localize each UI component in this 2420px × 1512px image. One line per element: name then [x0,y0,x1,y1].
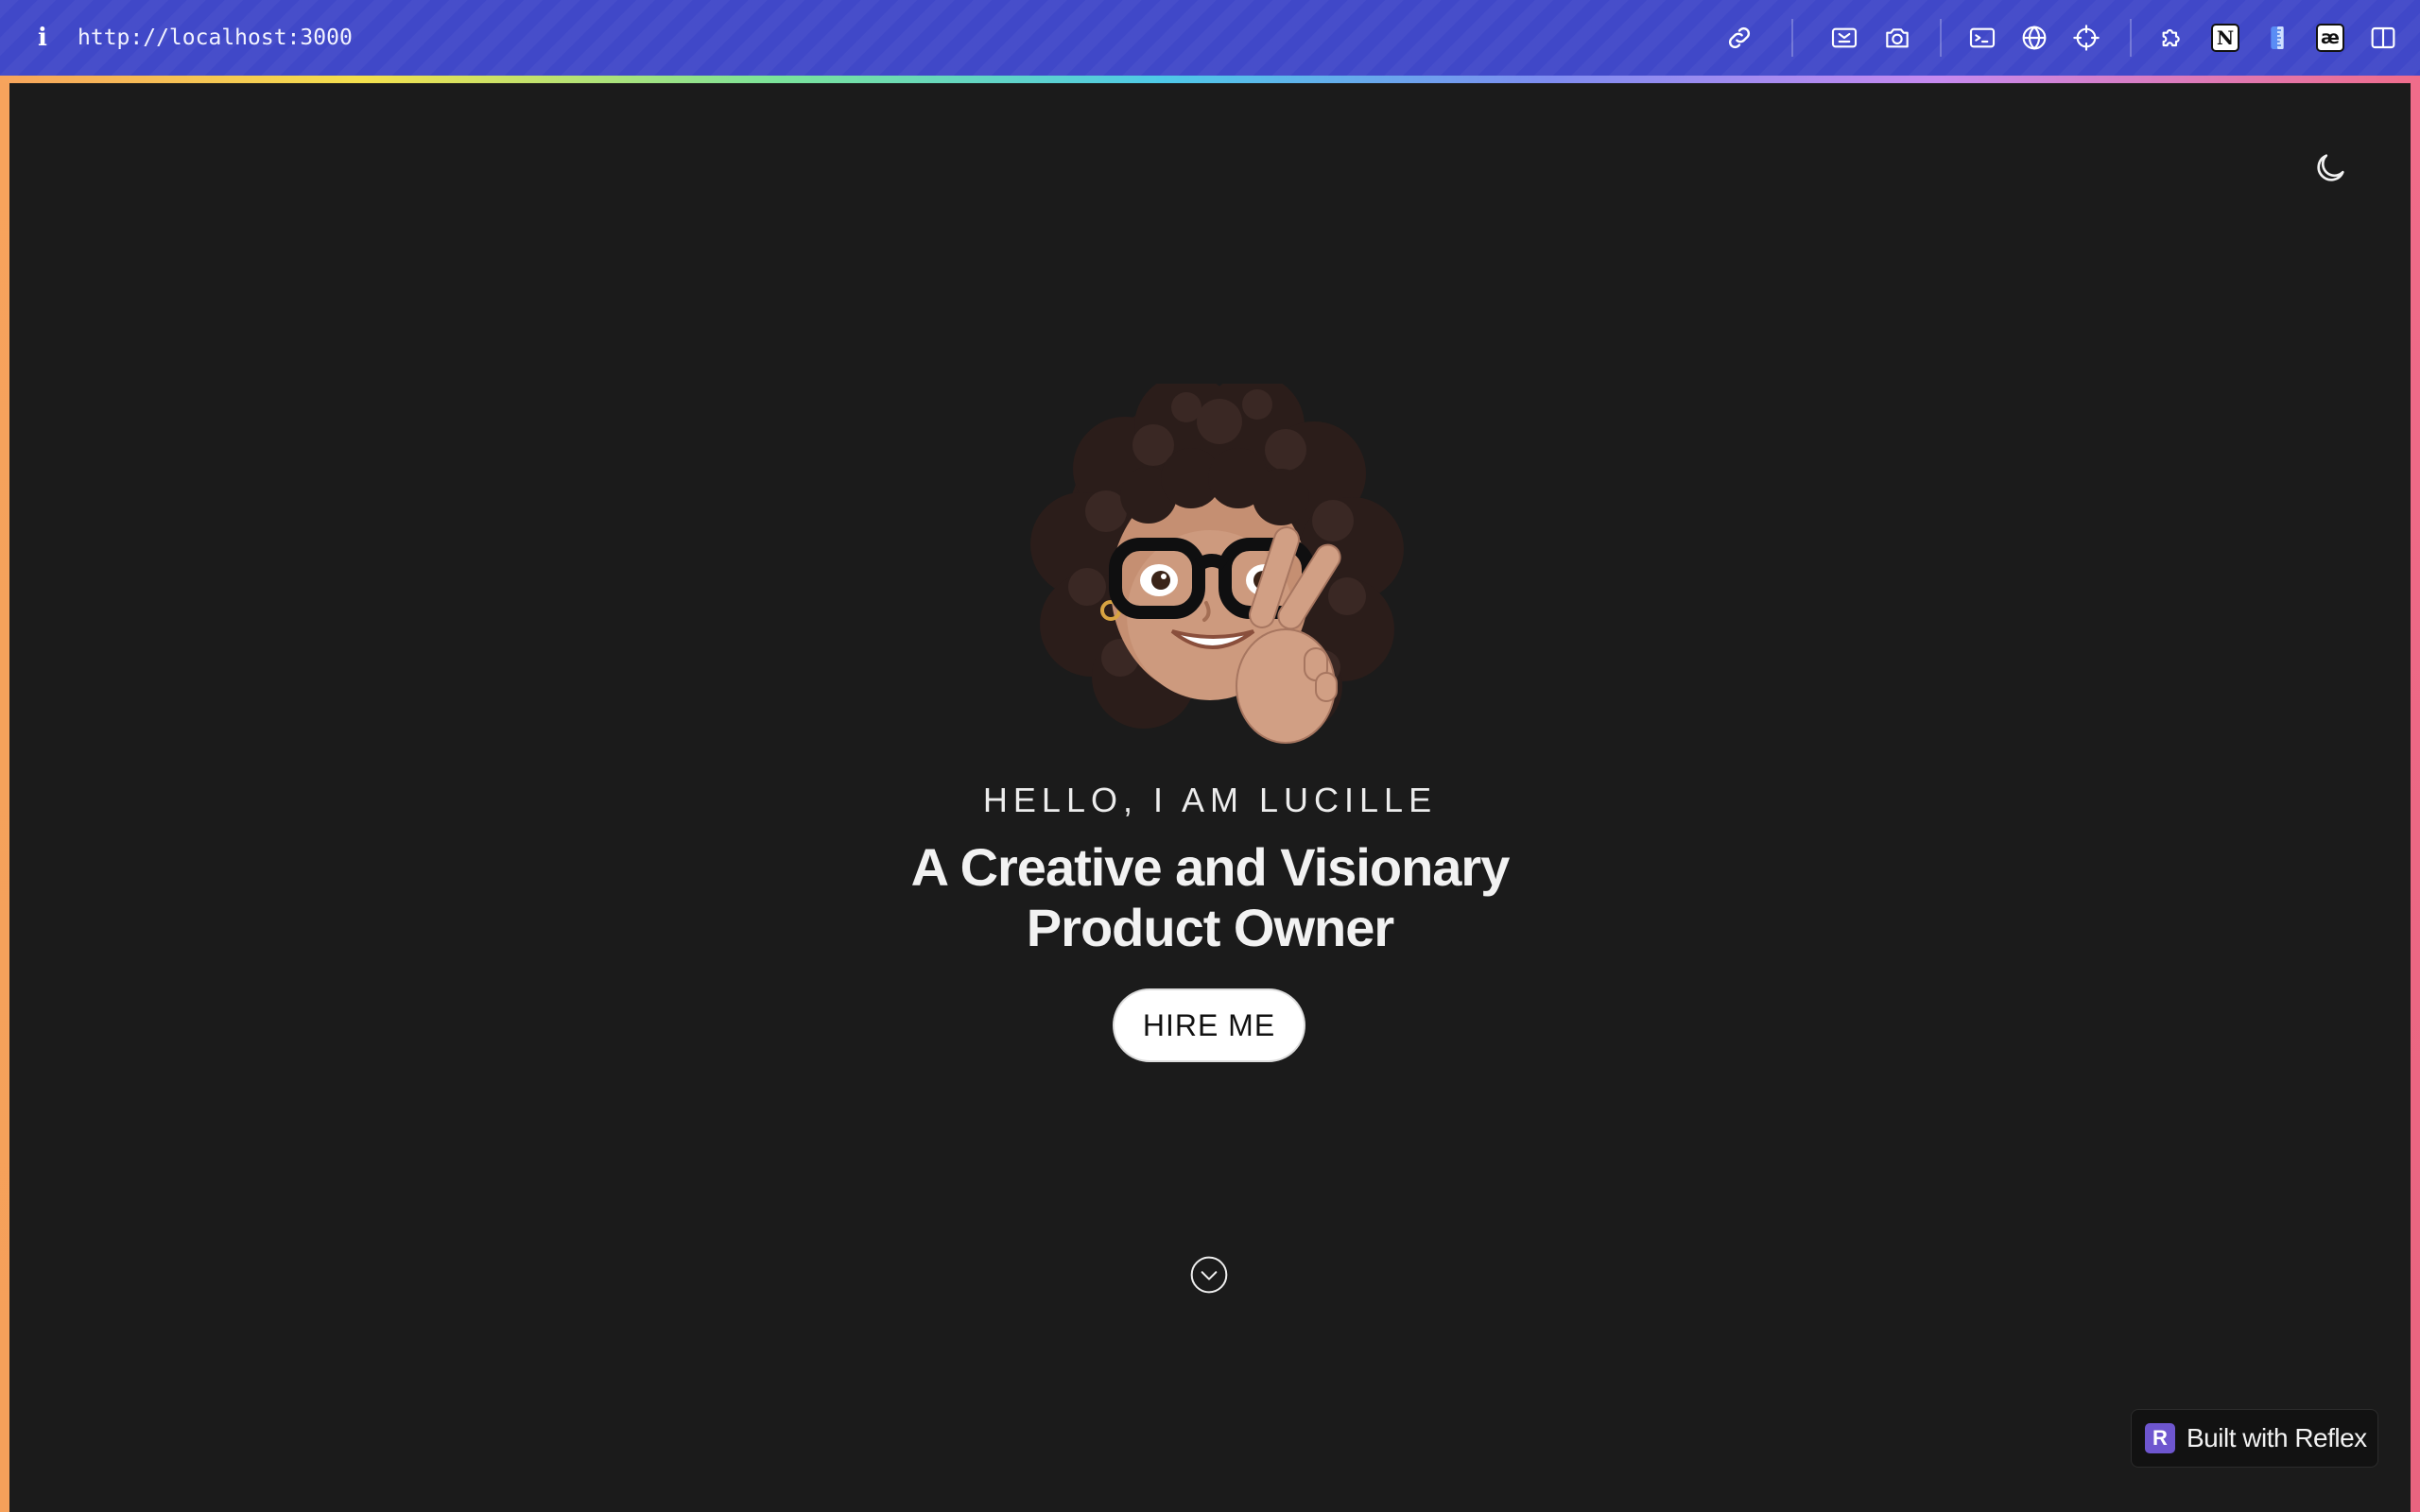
hero-headline-line1: A Creative and Visionary [910,837,1511,897]
scroll-down-button[interactable] [1188,1254,1230,1296]
toolbar-divider [2130,19,2132,57]
notion-icon[interactable]: N [2206,19,2244,57]
globe-icon[interactable] [2015,19,2053,57]
border-right [2411,83,2420,1512]
terminal-icon[interactable] [1963,19,2001,57]
hero-headline: A Creative and Visionary Product Owner [9,837,2411,958]
border-left [0,83,9,1512]
badge-label: Built with Reflex [2187,1423,2367,1452]
reflex-logo-icon: R [2145,1423,2175,1453]
ruler-icon[interactable] [2258,19,2296,57]
hero-greeting: HELLO, I AM LUCILLE [982,781,1438,819]
responsive-icon[interactable] [1825,19,1863,57]
browser-toolbar: i http://localhost:3000 N æ [0,0,2420,76]
notion-tile: N [2211,24,2239,52]
hire-me-button[interactable]: HIRE ME [1113,988,1305,1062]
ae-tile: æ [2316,24,2344,52]
sidebar-icon[interactable] [2364,19,2402,57]
crosshair-icon[interactable] [2067,19,2105,57]
memoji-avatar-icon [1030,384,1404,744]
page-content: HELLO, I AM LUCILLE A Creative and Visio… [9,83,2411,1512]
rainbow-border-top [0,76,2420,83]
toolbar-divider [1940,19,1942,57]
link-icon[interactable] [1720,19,1758,57]
puzzle-icon[interactable] [2153,19,2191,57]
camera-icon[interactable] [1878,19,1916,57]
ae-icon[interactable]: æ [2311,19,2349,57]
chevron-down-circle-icon [1190,1256,1228,1294]
site-info-button[interactable]: i [28,21,57,55]
address-bar[interactable]: http://localhost:3000 [78,23,353,53]
built-with-reflex-badge[interactable]: R Built with Reflex [2131,1409,2378,1468]
toolbar-divider [1791,19,1793,57]
hero-headline-line2: Product Owner [1026,898,1394,957]
hero-section: HELLO, I AM LUCILLE A Creative and Visio… [9,83,2411,1512]
